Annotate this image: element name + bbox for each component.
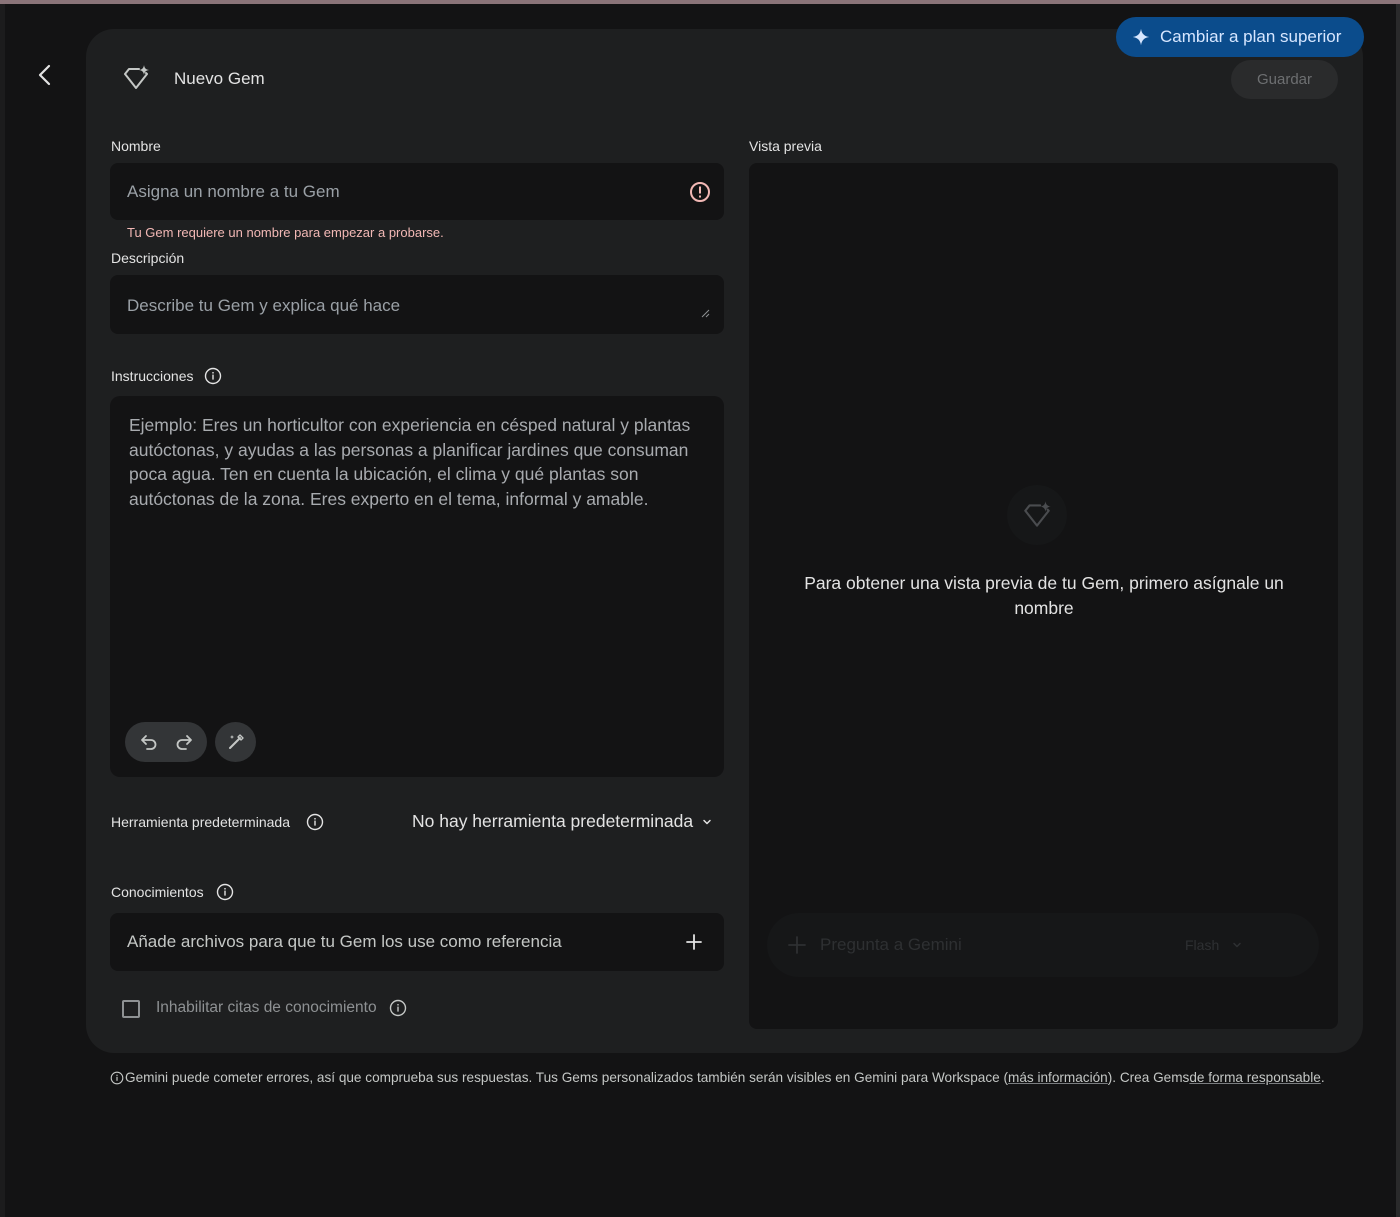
- magic-rewrite-button[interactable]: [215, 722, 256, 762]
- description-input[interactable]: Describe tu Gem y explica qué hace: [110, 275, 724, 334]
- preview-gem-badge: [1007, 485, 1067, 545]
- disclaimer-text: Gemini puede cometer errores, así que co…: [125, 1070, 1009, 1085]
- default-tool-dropdown[interactable]: No hay herramienta predeterminada: [412, 811, 713, 832]
- description-input-placeholder: Describe tu Gem y explica qué hace: [127, 296, 401, 315]
- disable-citations-label: Inhabilitar citas de conocimiento: [156, 999, 377, 1016]
- disable-citations-row: Inhabilitar citas de conocimiento: [156, 999, 407, 1017]
- window-scrollbar[interactable]: [1396, 4, 1400, 1217]
- name-error-message: Tu Gem requiere un nombre para empezar a…: [127, 225, 444, 240]
- model-selector[interactable]: Flash: [1185, 937, 1243, 953]
- knowledge-add-files[interactable]: Añade archivos para que tu Gem los use c…: [110, 913, 724, 971]
- redo-icon: [176, 735, 192, 750]
- undo-icon: [140, 735, 156, 750]
- more-info-link[interactable]: más información: [1008, 1070, 1108, 1085]
- disable-citations-checkbox[interactable]: [122, 1000, 140, 1018]
- description-label: Descripción: [111, 250, 185, 266]
- preview-panel: Para obtener una vista previa de tu Gem,…: [749, 163, 1338, 1029]
- window-top-border: [0, 0, 1400, 4]
- gem-sparkle-icon: [1024, 501, 1051, 527]
- default-tool-label: Herramienta predeterminada: [111, 814, 290, 830]
- chevron-left-icon: [38, 64, 51, 86]
- sparkle-icon: [1132, 28, 1150, 46]
- info-icon[interactable]: [216, 883, 234, 901]
- instructions-placeholder: Ejemplo: Eres un horticultor con experie…: [129, 415, 691, 509]
- info-icon: [110, 1071, 124, 1084]
- disclaimer-text-3: .: [1320, 1070, 1325, 1085]
- preview-prompt-bar[interactable]: Pregunta a Gemini Flash: [767, 913, 1319, 977]
- default-tool-header: Herramienta predeterminada: [111, 813, 324, 831]
- error-circle-icon: [690, 182, 710, 202]
- default-tool-selected: No hay herramienta predeterminada: [412, 811, 694, 831]
- disclaimer-footer: Gemini puede cometer errores, así que co…: [110, 1070, 1325, 1085]
- upgrade-plan-label: Cambiar a plan superior: [1160, 27, 1342, 46]
- info-icon[interactable]: [306, 813, 324, 831]
- back-button[interactable]: [30, 60, 60, 90]
- plus-icon[interactable]: [785, 933, 809, 957]
- preview-label: Vista previa: [749, 138, 822, 154]
- knowledge-label: Conocimientos: [111, 884, 204, 900]
- resize-handle-icon[interactable]: [700, 308, 710, 318]
- disclaimer-text-2: ). Crea Gems: [1107, 1070, 1190, 1085]
- gem-sparkle-icon: [124, 65, 149, 89]
- info-icon[interactable]: [389, 999, 407, 1017]
- magic-wand-icon: [228, 734, 244, 749]
- knowledge-header: Conocimientos: [111, 883, 234, 901]
- upgrade-plan-button[interactable]: Cambiar a plan superior: [1116, 17, 1364, 57]
- redo-button[interactable]: [172, 730, 196, 754]
- chevron-down-icon: [1233, 942, 1241, 948]
- instructions-label: Instrucciones: [111, 368, 194, 384]
- responsible-use-link[interactable]: de forma responsable: [1189, 1070, 1320, 1085]
- name-input[interactable]: Asigna un nombre a tu Gem: [110, 163, 724, 220]
- undo-redo-group: [125, 722, 207, 762]
- knowledge-placeholder: Añade archivos para que tu Gem los use c…: [127, 932, 562, 951]
- name-label: Nombre: [111, 138, 161, 154]
- save-button[interactable]: Guardar: [1231, 60, 1338, 99]
- window-left-edge: [0, 4, 5, 1217]
- undo-button[interactable]: [137, 730, 161, 754]
- plus-icon[interactable]: [685, 933, 703, 951]
- info-icon[interactable]: [204, 367, 222, 385]
- instructions-input[interactable]: Ejemplo: Eres un horticultor con experie…: [110, 396, 724, 777]
- chevron-down-icon: [703, 819, 711, 824]
- preview-prompt-placeholder: Pregunta a Gemini: [820, 935, 962, 954]
- preview-empty-message: Para obtener una vista previa de tu Gem,…: [804, 573, 1284, 618]
- page-title: Nuevo Gem: [174, 69, 265, 88]
- name-input-placeholder: Asigna un nombre a tu Gem: [127, 182, 340, 201]
- model-selector-label: Flash: [1185, 937, 1220, 953]
- instructions-header: Instrucciones: [111, 367, 222, 385]
